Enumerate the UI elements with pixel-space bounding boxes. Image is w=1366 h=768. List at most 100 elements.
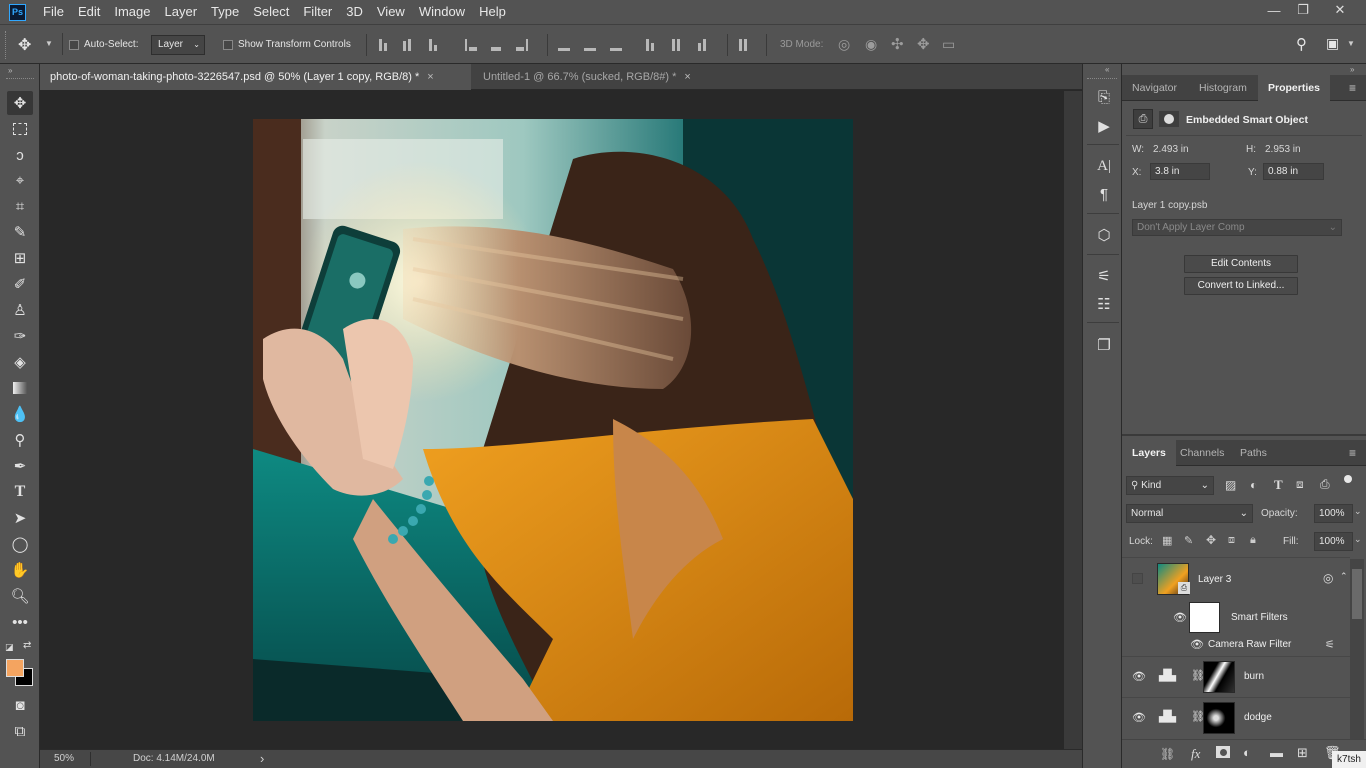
distribute-right-icon[interactable] bbox=[698, 37, 712, 51]
filter-mask-thumbnail[interactable] bbox=[1189, 602, 1220, 633]
chevron-up-icon[interactable]: ⌃ bbox=[1340, 571, 1348, 582]
eyedropper-tool-icon[interactable]: ✎ bbox=[7, 220, 33, 244]
move-tool-icon[interactable]: ✥ bbox=[7, 91, 33, 115]
layer-name[interactable]: Layer 3 bbox=[1198, 574, 1231, 585]
align-left-icon[interactable] bbox=[465, 37, 479, 51]
3d-orbit-icon[interactable]: ◎ bbox=[838, 36, 850, 53]
menu-filter[interactable]: Filter bbox=[296, 0, 339, 24]
marquee-tool-icon[interactable] bbox=[7, 117, 33, 141]
chevron-down-icon[interactable]: ▼ bbox=[45, 39, 53, 48]
adjustment-layer-icon[interactable]: ◐ bbox=[1243, 745, 1251, 760]
eye-icon[interactable]: 👁︎ bbox=[1190, 638, 1204, 651]
layer-row[interactable]: 👁︎ ▟▙ ⛓︎ dodge bbox=[1122, 697, 1350, 738]
eye-icon[interactable]: 👁︎ bbox=[1132, 711, 1146, 724]
blur-tool-icon[interactable]: 💧 bbox=[7, 402, 33, 426]
swap-colors-icon[interactable]: ⇄ bbox=[23, 640, 31, 651]
menu-window[interactable]: Window bbox=[412, 0, 472, 24]
layer-row[interactable]: 👁︎ ▟▙ ⛓︎ burn bbox=[1122, 656, 1350, 697]
3d-pan-icon[interactable]: ✣ bbox=[891, 35, 904, 53]
distribute-bottom-icon[interactable] bbox=[610, 37, 624, 51]
tab-histogram[interactable]: Histogram bbox=[1189, 75, 1257, 101]
collapse-icon[interactable]: » bbox=[8, 66, 12, 75]
smart-filters-row[interactable]: 👁︎ Smart Filters bbox=[1122, 601, 1350, 635]
filter-type-icon[interactable]: T bbox=[1274, 477, 1283, 493]
quick-select-tool-icon[interactable]: ⌖ bbox=[7, 168, 33, 192]
chevron-down-icon[interactable]: ▼ bbox=[1347, 39, 1355, 48]
fill-field[interactable]: 100% bbox=[1314, 532, 1353, 551]
path-selection-tool-icon[interactable]: ➤ bbox=[7, 506, 33, 530]
auto-align-layers-icon[interactable] bbox=[739, 37, 753, 51]
menu-image[interactable]: Image bbox=[107, 0, 157, 24]
search-icon[interactable]: ⚲ bbox=[1296, 35, 1307, 53]
fx-icon[interactable]: fx bbox=[1191, 746, 1200, 762]
align-hcenter-icon[interactable] bbox=[491, 37, 505, 51]
edit-contents-button[interactable]: Edit Contents bbox=[1184, 255, 1298, 273]
lock-all-icon[interactable]: 🔒︎ bbox=[1250, 534, 1256, 547]
mask-icon[interactable] bbox=[1159, 111, 1179, 127]
filter-toggle-icon[interactable] bbox=[1344, 475, 1352, 483]
filter-kind-dropdown[interactable]: ⚲ Kind ⌄ bbox=[1126, 476, 1214, 495]
healing-brush-tool-icon[interactable]: ⊞ bbox=[7, 246, 33, 270]
menu-help[interactable]: Help bbox=[472, 0, 513, 24]
brush-tool-icon[interactable]: ✐ bbox=[7, 272, 33, 296]
3d-slide-icon[interactable]: ✥ bbox=[917, 35, 930, 53]
zoom-level[interactable]: 50% bbox=[54, 753, 74, 764]
add-mask-icon[interactable] bbox=[1216, 746, 1230, 758]
align-top-icon[interactable] bbox=[379, 37, 393, 51]
filter-pixel-icon[interactable]: ▨ bbox=[1225, 478, 1236, 492]
menu-select[interactable]: Select bbox=[246, 0, 296, 24]
clone-source-icon[interactable]: ❐ bbox=[1093, 334, 1115, 356]
close-icon[interactable]: × bbox=[427, 71, 433, 83]
crop-tool-icon[interactable]: ⌗ bbox=[7, 194, 33, 218]
opacity-field[interactable]: 100% bbox=[1314, 504, 1353, 523]
minimize-button[interactable]: — bbox=[1259, 0, 1289, 20]
blend-mode-dropdown[interactable]: Normal ⌄ bbox=[1126, 504, 1253, 523]
history-brush-tool-icon[interactable]: ✑ bbox=[7, 324, 33, 348]
character-icon[interactable]: A| bbox=[1093, 155, 1115, 177]
filter-adjustment-icon[interactable]: ◐ bbox=[1250, 478, 1257, 492]
tab-layers[interactable]: Layers bbox=[1122, 440, 1176, 466]
align-right-icon[interactable] bbox=[516, 37, 530, 51]
chevron-down-icon[interactable]: ⌄ bbox=[1354, 506, 1362, 517]
width-value[interactable]: 2.493 in bbox=[1153, 144, 1189, 155]
x-position-field[interactable]: 3.8 in bbox=[1150, 163, 1210, 180]
distribute-hcenter-icon[interactable] bbox=[672, 37, 686, 51]
3d-camera-icon[interactable]: ▭ bbox=[942, 36, 955, 53]
panel-menu-icon[interactable]: ≡ bbox=[1349, 81, 1356, 95]
actions-play-icon[interactable]: ▶ bbox=[1093, 115, 1115, 137]
filter-shape-icon[interactable]: ⧈ bbox=[1296, 477, 1304, 492]
tab-document-1[interactable]: photo-of-woman-taking-photo-3226547.psd … bbox=[40, 64, 471, 90]
tab-paths[interactable]: Paths bbox=[1230, 440, 1277, 466]
document-canvas-image[interactable] bbox=[253, 119, 853, 721]
layer-mask-thumbnail[interactable] bbox=[1203, 702, 1235, 734]
gradient-tool-icon[interactable] bbox=[7, 376, 33, 400]
ellipse-tool-icon[interactable]: ◯ bbox=[7, 532, 33, 556]
distribute-top-icon[interactable] bbox=[558, 37, 572, 51]
brush-settings-icon[interactable]: ⚟ bbox=[1093, 265, 1115, 287]
tab-channels[interactable]: Channels bbox=[1170, 440, 1234, 466]
clone-stamp-tool-icon[interactable]: ♙ bbox=[7, 298, 33, 322]
history-icon[interactable]: ⎘ bbox=[1093, 86, 1115, 108]
height-value[interactable]: 2.953 in bbox=[1265, 144, 1301, 155]
dodge-tool-icon[interactable]: ⚲ bbox=[7, 428, 33, 452]
panel-menu-icon[interactable]: ≡ bbox=[1349, 446, 1356, 460]
lock-pixels-icon[interactable]: ✎ bbox=[1184, 534, 1193, 547]
collapse-icon[interactable]: » bbox=[1350, 65, 1354, 74]
default-colors-icon[interactable]: ◪ bbox=[5, 642, 14, 653]
paragraph-icon[interactable]: ¶ bbox=[1093, 183, 1115, 205]
screen-mode-icon[interactable]: ⧉ bbox=[7, 719, 33, 743]
close-window-button[interactable]: ✕ bbox=[1325, 0, 1355, 20]
menu-view[interactable]: View bbox=[370, 0, 412, 24]
menu-type[interactable]: Type bbox=[204, 0, 246, 24]
menu-layer[interactable]: Layer bbox=[158, 0, 205, 24]
distribute-vcenter-icon[interactable] bbox=[584, 37, 598, 51]
layers-scrollbar[interactable] bbox=[1350, 559, 1364, 739]
eraser-tool-icon[interactable]: ◈ bbox=[7, 350, 33, 374]
menu-file[interactable]: File bbox=[36, 0, 71, 24]
filter-smart-object-icon[interactable]: ⎙ bbox=[1320, 477, 1330, 492]
vertical-scrollbar[interactable] bbox=[1064, 91, 1082, 749]
lasso-tool-icon[interactable]: ↄ bbox=[7, 143, 33, 167]
visibility-toggle-off[interactable] bbox=[1132, 573, 1143, 584]
foreground-color-swatch[interactable] bbox=[6, 659, 24, 677]
more-tools-icon[interactable]: ••• bbox=[7, 610, 33, 634]
